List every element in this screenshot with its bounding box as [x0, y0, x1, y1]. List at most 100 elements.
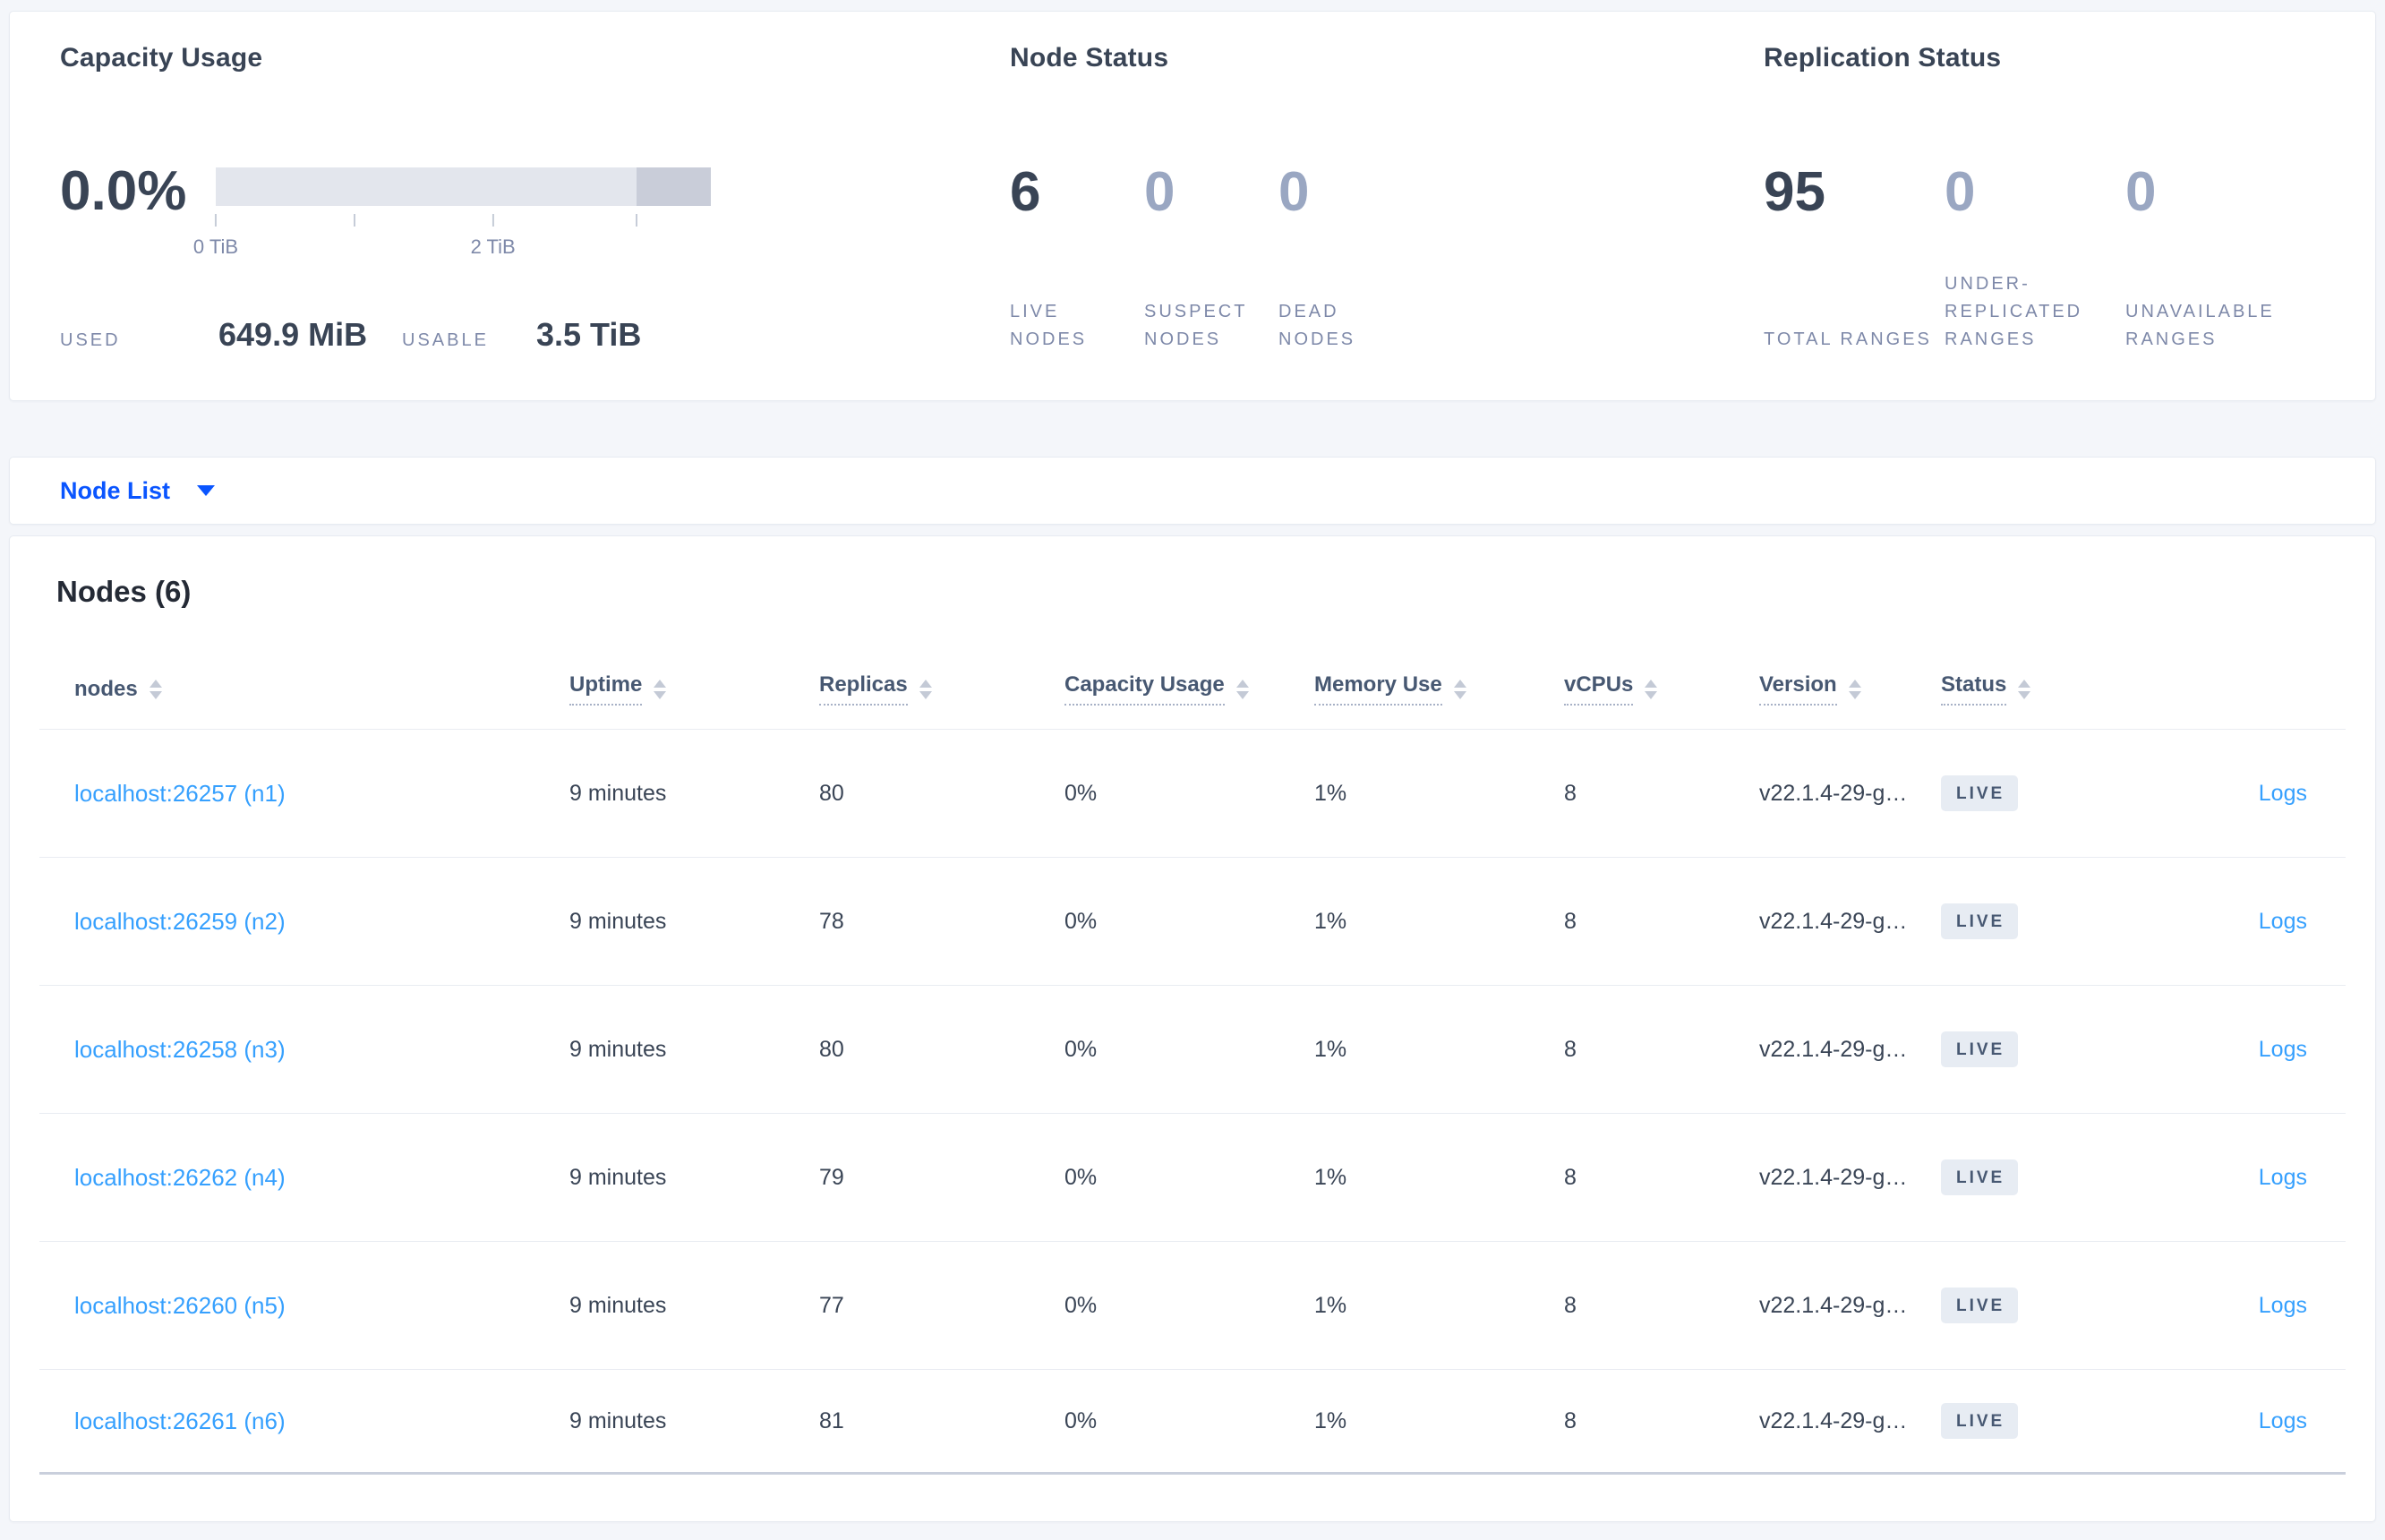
- stat: 0 UNDER-REPLICATED RANGES: [1945, 164, 2125, 354]
- column-header-label: nodes: [74, 676, 138, 701]
- stat: 0 UNAVAILABLE RANGES: [2125, 164, 2306, 354]
- stat-value: 0: [1945, 161, 1976, 223]
- nodes-table-header: nodes Uptime Replicas Capacity Usage Mem…: [39, 649, 2346, 730]
- stat-label: UNAVAILABLE RANGES: [2125, 302, 2275, 349]
- cell-capacity-usage: 0%: [1064, 1164, 1098, 1190]
- column-header[interactable]: Uptime: [569, 672, 819, 706]
- axis-tick: 0 TiB: [193, 214, 238, 259]
- cell-vcpus: 8: [1564, 780, 1577, 806]
- cell-logs: Logs: [2174, 1037, 2307, 1063]
- cell-version: v22.1.4-29-g…: [1759, 908, 1908, 934]
- capacity-axis: 0 TiB 2 TiB: [193, 214, 711, 280]
- node-link[interactable]: localhost:26262 (n4): [74, 1164, 286, 1191]
- cell-status: LIVE: [1941, 1159, 2174, 1195]
- cell-replicas: 81: [819, 1407, 844, 1433]
- column-header[interactable]: Status: [1941, 672, 2174, 706]
- sort-icon: [1235, 679, 1249, 699]
- axis-tick-label: 2 TiB: [470, 235, 516, 258]
- node-link[interactable]: localhost:26259 (n2): [74, 908, 286, 935]
- stat-value: 0: [2125, 161, 2157, 223]
- column-header[interactable]: Memory Use: [1314, 672, 1564, 706]
- logs-link[interactable]: Logs: [2259, 1037, 2307, 1062]
- cell-uptime: 9 minutes: [569, 1036, 667, 1062]
- cell-replicas: 77: [819, 1292, 844, 1318]
- cell-status: LIVE: [1941, 775, 2174, 811]
- column-header[interactable]: vCPUs: [1564, 672, 1759, 706]
- table-row: localhost:26257 (n1) 9 minutes 80 0% 1% …: [39, 730, 2346, 858]
- cell-logs: Logs: [2174, 909, 2307, 935]
- table-row: localhost:26262 (n4) 9 minutes 79 0% 1% …: [39, 1114, 2346, 1242]
- stat-label: TOTAL RANGES: [1764, 329, 1932, 349]
- cell-capacity-usage: 0%: [1064, 1407, 1098, 1433]
- stat: 95 TOTAL RANGES: [1764, 164, 1945, 354]
- cell-node: localhost:26257 (n1): [74, 780, 569, 808]
- cell-capacity-usage: 0%: [1064, 780, 1098, 806]
- cell-logs: Logs: [2174, 1165, 2307, 1191]
- bar-segment-usable: [216, 167, 637, 206]
- node-status-section: Node Status 6 LIVE NODES 0 SUSPECT NODES…: [1010, 12, 1764, 400]
- column-header[interactable]: Replicas: [819, 672, 1064, 706]
- stat-value: 0: [1144, 161, 1175, 223]
- axis-tick: [353, 214, 355, 235]
- replication-status-title: Replication Status: [1764, 43, 2002, 73]
- cell-vcpus: 8: [1564, 1036, 1577, 1062]
- cell-memory-use: 1%: [1314, 1292, 1347, 1318]
- logs-link[interactable]: Logs: [2259, 1408, 2307, 1433]
- cell-replicas: 78: [819, 908, 844, 934]
- cell-status: LIVE: [1941, 1288, 2174, 1323]
- cell-memory-use: 1%: [1314, 1164, 1347, 1190]
- table-scrollbar[interactable]: [39, 1472, 2346, 1475]
- cell-memory-use: 1%: [1314, 1036, 1347, 1062]
- cell-replicas: 80: [819, 780, 844, 806]
- node-link[interactable]: localhost:26260 (n5): [74, 1292, 286, 1319]
- replication-stats: 95 TOTAL RANGES 0 UNDER-REPLICATED RANGE…: [1764, 164, 2375, 354]
- status-badge: LIVE: [1941, 775, 2019, 811]
- capacity-percent: 0.0%: [60, 160, 187, 222]
- table-row: localhost:26259 (n2) 9 minutes 78 0% 1% …: [39, 858, 2346, 986]
- cell-memory-use: 1%: [1314, 908, 1347, 934]
- status-badge: LIVE: [1941, 1288, 2019, 1323]
- status-badge: LIVE: [1941, 903, 2019, 939]
- stat-value: 6: [1010, 161, 1041, 223]
- status-badge: LIVE: [1941, 1031, 2019, 1067]
- capacity-usage-title: Capacity Usage: [60, 43, 263, 73]
- cell-uptime: 9 minutes: [569, 1407, 667, 1433]
- axis-tick: [636, 214, 638, 235]
- logs-link[interactable]: Logs: [2259, 781, 2307, 806]
- column-header[interactable]: Capacity Usage: [1064, 672, 1314, 706]
- used-label: USED: [60, 330, 121, 350]
- nodes-heading: Nodes (6): [56, 575, 192, 608]
- logs-link[interactable]: Logs: [2259, 909, 2307, 934]
- cell-capacity-usage: 0%: [1064, 1036, 1098, 1062]
- sort-icon: [654, 679, 667, 699]
- node-link[interactable]: localhost:26258 (n3): [74, 1036, 286, 1063]
- chevron-down-icon: [197, 485, 216, 496]
- axis-tick-mark: [492, 214, 494, 227]
- cell-node: localhost:26258 (n3): [74, 1036, 569, 1064]
- column-header-label: vCPUs: [1564, 672, 1634, 706]
- stat: 0 DEAD NODES: [1278, 164, 1413, 354]
- table-row: localhost:26260 (n5) 9 minutes 77 0% 1% …: [39, 1242, 2346, 1370]
- cell-status: LIVE: [1941, 1031, 2174, 1067]
- node-link[interactable]: localhost:26257 (n1): [74, 780, 286, 807]
- node-list-dropdown[interactable]: Node List: [60, 477, 216, 505]
- column-header[interactable]: nodes: [74, 677, 569, 702]
- logs-link[interactable]: Logs: [2259, 1165, 2307, 1190]
- stat-label: DEAD NODES: [1278, 302, 1356, 349]
- cell-uptime: 9 minutes: [569, 1292, 667, 1318]
- cell-node: localhost:26259 (n2): [74, 908, 569, 936]
- cluster-summary-card: Capacity Usage 0.0% 0 TiB 2 TiB USED 649…: [9, 11, 2376, 401]
- column-header[interactable]: Version: [1759, 672, 1941, 706]
- logs-link[interactable]: Logs: [2259, 1293, 2307, 1318]
- stat-label: LIVE NODES: [1010, 302, 1088, 349]
- cell-vcpus: 8: [1564, 1407, 1577, 1433]
- usable-label: USABLE: [402, 330, 489, 350]
- axis-tick: 2 TiB: [471, 214, 516, 259]
- cell-memory-use: 1%: [1314, 1407, 1347, 1433]
- cell-logs: Logs: [2174, 1408, 2307, 1434]
- node-status-title: Node Status: [1010, 43, 1169, 73]
- node-link[interactable]: localhost:26261 (n6): [74, 1407, 286, 1434]
- axis-tick-mark: [353, 214, 355, 227]
- used-value: 649.9 MiB: [218, 316, 368, 353]
- stat-value: 0: [1278, 161, 1310, 223]
